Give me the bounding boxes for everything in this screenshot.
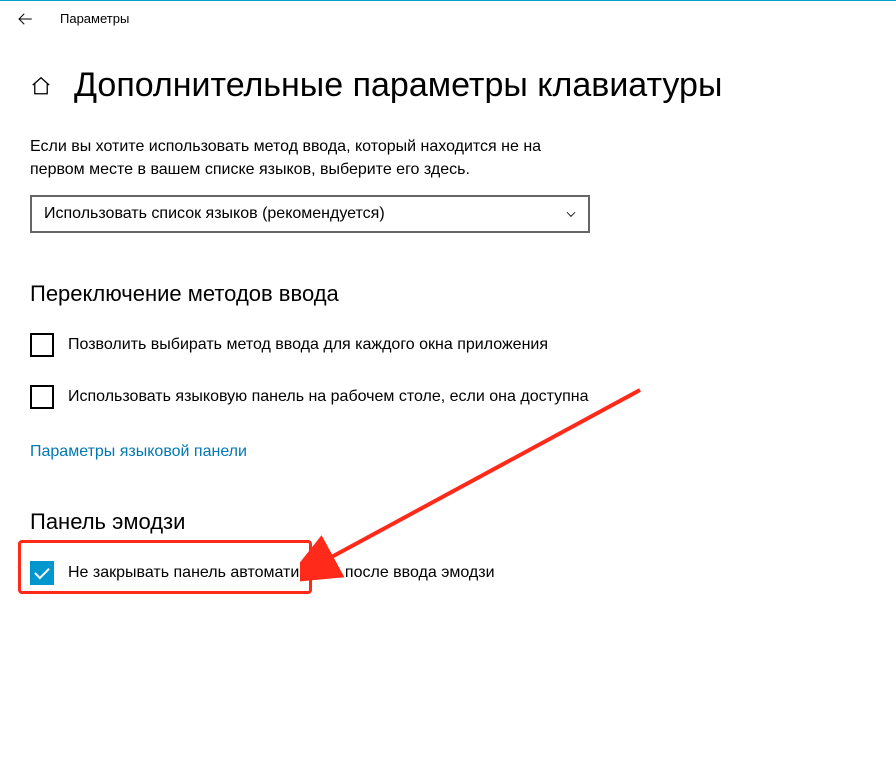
titlebar-app-name: Параметры xyxy=(60,11,129,26)
default-input-method-dropdown[interactable]: Использовать список языков (рекомендуетс… xyxy=(30,195,590,233)
titlebar: Параметры xyxy=(0,0,896,36)
section-heading-switching: Переключение методов ввода xyxy=(30,281,866,307)
checkbox-emoji-no-close[interactable]: Не закрывать панель автоматически после … xyxy=(30,561,610,585)
dropdown-selected-value: Использовать список языков (рекомендуетс… xyxy=(44,205,385,223)
checkbox-label: Не закрывать панель автоматически после … xyxy=(68,561,495,584)
checkbox-box[interactable] xyxy=(30,333,54,357)
section-heading-emoji: Панель эмодзи xyxy=(30,509,866,535)
checkbox-box[interactable] xyxy=(30,385,54,409)
arrow-left-icon xyxy=(16,10,34,28)
checkbox-per-window[interactable]: Позволить выбирать метод ввода для каждо… xyxy=(30,333,610,357)
checkbox-box-checked[interactable] xyxy=(30,561,54,585)
checkbox-lang-bar[interactable]: Использовать языковую панель на рабочем … xyxy=(30,385,610,409)
description-text: Если вы хотите использовать метод ввода,… xyxy=(30,135,590,181)
content-area: Дополнительные параметры клавиатуры Если… xyxy=(0,36,896,585)
chevron-down-icon xyxy=(564,207,578,221)
page-title: Дополнительные параметры клавиатуры xyxy=(74,66,722,105)
back-button[interactable] xyxy=(8,2,42,36)
checkbox-label: Использовать языковую панель на рабочем … xyxy=(68,385,589,408)
home-icon[interactable] xyxy=(30,75,52,97)
heading-row: Дополнительные параметры клавиатуры xyxy=(30,66,866,105)
language-bar-options-link[interactable]: Параметры языковой панели xyxy=(30,443,247,460)
checkbox-label: Позволить выбирать метод ввода для каждо… xyxy=(68,333,548,356)
